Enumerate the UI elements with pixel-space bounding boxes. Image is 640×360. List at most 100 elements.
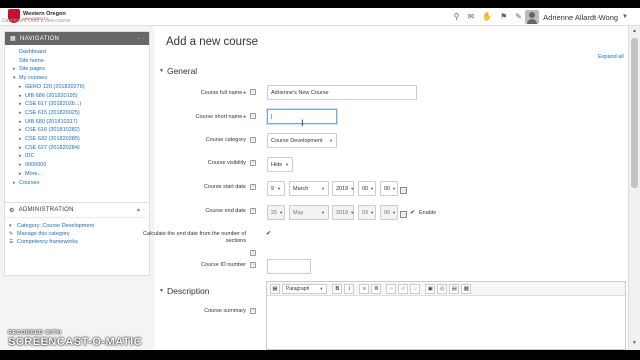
section-description-toggle[interactable]: ▼ Description (159, 286, 209, 296)
scroll-thumb[interactable] (631, 38, 638, 188)
nav-item[interactable]: ▾ My courses (9, 74, 145, 83)
field-shortname: Course short name● ? | (157, 109, 626, 125)
visibility-label: Course visibility (207, 160, 246, 166)
chevron-down-icon: ▼ (370, 210, 375, 215)
fullname-input[interactable]: Adrienne's New Course (267, 85, 417, 100)
startdate-label: Course start date (203, 184, 246, 190)
nav-item[interactable]: Dashboard (9, 48, 145, 57)
help-icon[interactable]: ? (250, 208, 256, 214)
shortname-label: Course short name● (195, 114, 247, 120)
section-general-toggle[interactable]: ▼ General (159, 66, 197, 76)
scroll-down-icon[interactable]: ▼ (632, 340, 637, 346)
nav-item[interactable]: ▸ More... (9, 170, 145, 179)
link-icon[interactable]: ∞ (386, 283, 397, 294)
summary-editor[interactable]: ▦ Paragraph ▼ B I ≡ ≣ ∞ ⊘ ☺ ▣ ◎ ▤ ▩ (266, 281, 626, 350)
nav-item[interactable]: ▸ 0000000 (9, 161, 145, 170)
top-navbar: Western Oregon UNIVERSITY ⚲ ✉ ✋ ⚑ ✎ Adri… (0, 8, 640, 26)
search-icon[interactable]: ⚲ (454, 12, 460, 21)
navigation-block: ▦ NAVIGATION − ▫ Dashboard Site home ▸ Site… (4, 31, 150, 219)
help-icon[interactable]: ? (250, 250, 256, 256)
user-menu[interactable]: Adrienne Allardt-Wong ▼ (525, 10, 628, 24)
scroll-up-icon[interactable]: ▲ (632, 28, 637, 34)
idnumber-input[interactable] (267, 259, 311, 274)
end-year-select[interactable]: 2019 ▼ (332, 205, 354, 220)
field-startdate: Course start date ? 9 ▼ March ▼ 2019 ▼ 00 ▼ … (157, 181, 626, 197)
calendar-icon[interactable] (400, 211, 407, 218)
message-icon[interactable]: ✉ (467, 12, 474, 21)
help-icon[interactable]: ? (250, 160, 256, 166)
breadcrumb[interactable]: Dashboard / Add a new course (2, 18, 70, 24)
end-day-select[interactable]: 25 ▼ (267, 205, 285, 220)
end-minute-value: 00 (384, 209, 391, 216)
nav-item-label: UIB 686 (201820195) (25, 92, 78, 99)
nav-item[interactable]: ▸ GERO 120 (201820276) (9, 83, 145, 92)
expand-all-link[interactable]: Expand all (598, 54, 624, 60)
enddate-label: Course end date (205, 208, 246, 214)
start-month-select[interactable]: March ▼ (289, 181, 329, 196)
notification-icon[interactable]: ⚑ (500, 12, 507, 21)
calendar-icon[interactable] (400, 187, 407, 194)
end-hour-value: 03 (362, 209, 369, 216)
nav-item-label: CSE 617 (20182026...) (25, 101, 82, 108)
admin-item-label: Category: Course Development (17, 223, 95, 229)
chevron-down-icon: ▼ (277, 186, 281, 191)
help-icon[interactable]: ? (250, 89, 256, 95)
start-day-value: 9 (271, 185, 275, 192)
italic-button[interactable]: I (344, 283, 355, 294)
toolbar-toggle-icon[interactable]: ▦ (270, 283, 280, 294)
manage-files-icon[interactable]: ▩ (461, 283, 472, 294)
end-minute-select[interactable]: 00 ▼ (380, 205, 398, 220)
chevron-down-icon: ▼ (321, 210, 325, 215)
administration-title: ADMINISTRATION (18, 207, 74, 213)
nav-item[interactable]: Site home (9, 57, 145, 66)
hand-icon[interactable]: ✋ (482, 12, 492, 21)
page-scrollbar[interactable]: ▲ ▼ (628, 26, 640, 350)
block-controls-icon[interactable]: − ▫ (138, 36, 145, 42)
admin-item[interactable]: ✎ Manage this category (9, 230, 145, 238)
admin-item[interactable]: ▾ Category: Course Development (9, 222, 145, 230)
bold-button[interactable]: B (332, 283, 343, 294)
pencil-icon: ✎ (9, 231, 14, 237)
nav-item-label: Dashboard (19, 49, 46, 55)
start-month-value: March (293, 185, 309, 192)
help-icon[interactable]: ? (250, 262, 256, 268)
nav-item[interactable]: ▸ CSE 616 (201810282) (9, 126, 145, 135)
media-icon[interactable]: ◎ (437, 283, 448, 294)
end-day-value: 25 (271, 209, 278, 216)
numbered-list-icon[interactable]: ≣ (371, 283, 382, 294)
category-select[interactable]: Course Development ▼ (267, 133, 337, 148)
nav-item[interactable]: ▸ UIB 686 (201820195) (9, 92, 145, 101)
image-icon[interactable]: ▣ (425, 283, 436, 294)
nav-item[interactable]: ▸ Courses (9, 179, 145, 188)
nav-item[interactable]: ▸ CSE 627 (201820284) (9, 144, 145, 153)
start-day-select[interactable]: 9 ▼ (267, 181, 285, 196)
calc-enddate-checkbox[interactable]: ✔ (266, 230, 271, 237)
visibility-select[interactable]: Hide ▼ (267, 157, 293, 172)
unlink-icon[interactable]: ⊘ (398, 283, 409, 294)
emoji-icon[interactable]: ☺ (410, 283, 421, 294)
nav-item[interactable]: ▸ CSE 615 (201820025) (9, 109, 145, 118)
help-icon[interactable]: ? (250, 113, 256, 119)
help-icon[interactable]: ? (250, 184, 256, 190)
file-icon[interactable]: ▤ (449, 283, 460, 294)
editor-toolbar: ▦ Paragraph ▼ B I ≡ ≣ ∞ ⊘ ☺ ▣ ◎ ▤ ▩ (267, 282, 625, 296)
admin-item[interactable]: ☰ Competency frameworks (9, 238, 145, 246)
nav-item[interactable]: ▸ CSE 617 (20182026...) (9, 100, 145, 109)
end-month-select[interactable]: May ▼ (289, 205, 329, 220)
help-icon[interactable]: ? (250, 308, 256, 314)
chevron-down-icon: ▼ (159, 288, 164, 294)
nav-item[interactable]: ▸ UIB 680 (201810317) (9, 118, 145, 127)
help-icon[interactable]: ? (250, 137, 256, 143)
paragraph-select[interactable]: Paragraph ▼ (282, 283, 328, 294)
start-year-select[interactable]: 2019 ▼ (332, 181, 354, 196)
chat-icon[interactable]: ✎ (515, 12, 522, 21)
nav-item[interactable]: ▸ Site pages (9, 65, 145, 74)
nav-item[interactable]: ▸ CSE 632 (201820285) (9, 135, 145, 144)
end-month-value: May (293, 209, 304, 216)
start-hour-select[interactable]: 00 ▼ (358, 181, 376, 196)
end-enable-checkbox[interactable]: ✔ (410, 209, 415, 216)
end-hour-select[interactable]: 03 ▼ (358, 205, 376, 220)
nav-item[interactable]: ▸ IDC (9, 152, 145, 161)
bullet-list-icon[interactable]: ≡ (359, 283, 370, 294)
start-minute-select[interactable]: 00 ▼ (380, 181, 398, 196)
